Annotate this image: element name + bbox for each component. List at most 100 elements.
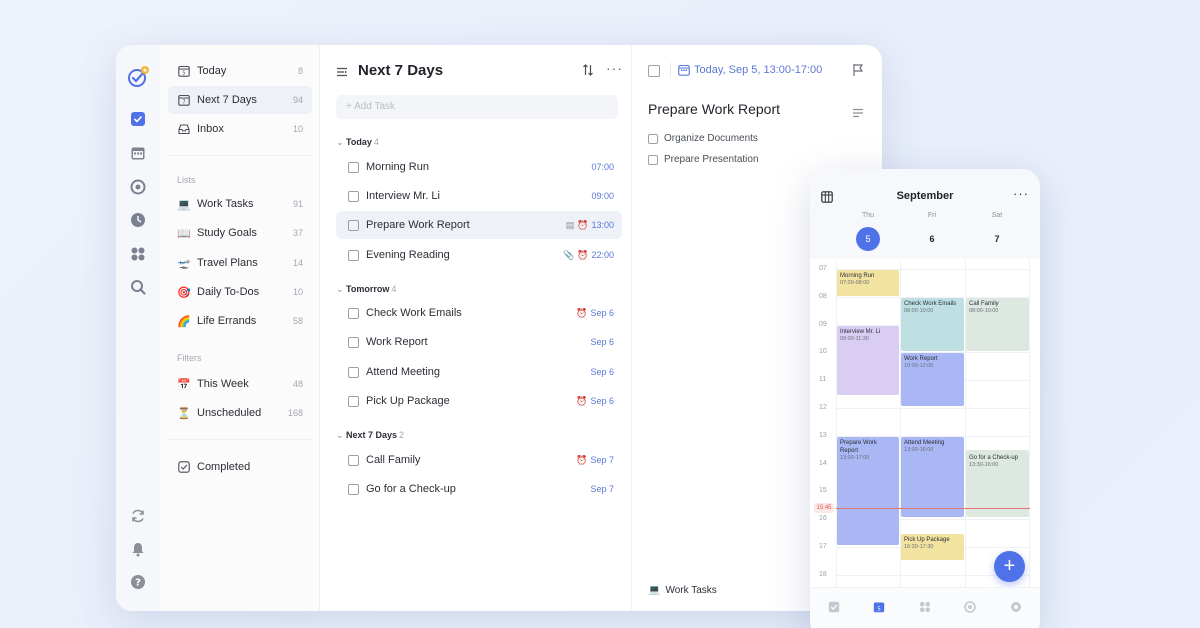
calendar-event[interactable]: Attend Meeting 13:00-16:00 — [901, 437, 964, 517]
hour-line — [836, 408, 1030, 409]
subtask-checkbox[interactable] — [648, 154, 658, 165]
task-date: Sep 6 — [590, 308, 614, 318]
sidebar-item-next-7-days[interactable]: 7 Next 7 Days 94 — [168, 86, 312, 114]
focus-tab-icon[interactable] — [128, 177, 148, 197]
tasks-tab-icon[interactable] — [827, 600, 841, 614]
task-checkbox[interactable] — [348, 483, 359, 495]
task-checkbox[interactable] — [348, 395, 359, 407]
day-number-today[interactable]: 5 — [856, 227, 880, 251]
sidebar-item-today[interactable]: 5 Today 8 — [168, 57, 312, 85]
task-time: 07:00 — [591, 162, 614, 172]
calendar-tab-icon[interactable]: 5 — [872, 600, 886, 614]
calendar-tab-icon[interactable] — [128, 143, 148, 163]
calendar-event[interactable]: Check Work Emails 08:00-10:00 — [901, 298, 964, 351]
calendar-event[interactable]: Interview Mr. Li 09:00-11:30 — [837, 326, 899, 395]
tasks-tab-icon[interactable] — [128, 109, 148, 129]
svg-text:7: 7 — [182, 100, 185, 106]
task-row[interactable]: Morning Run 07:00 — [336, 153, 622, 181]
subtask-checkbox[interactable] — [648, 133, 658, 144]
task-row[interactable]: Evening Reading 📎 ⏰ 22:00 — [336, 241, 622, 269]
task-row-selected[interactable]: Prepare Work Report ▤ ⏰ 13:00 — [336, 211, 622, 239]
task-row[interactable]: Work Report Sep 6 — [336, 328, 622, 356]
search-icon[interactable] — [128, 277, 148, 297]
detail-title[interactable]: Prepare Work Report — [648, 101, 780, 117]
task-row[interactable]: Pick Up Package ⏰ Sep 6 — [336, 387, 622, 415]
task-row[interactable]: Interview Mr. Li 09:00 — [336, 182, 622, 210]
sort-icon[interactable] — [582, 64, 594, 79]
section-name: Tomorrow — [346, 284, 390, 294]
clock-tab-icon[interactable] — [128, 210, 148, 230]
task-checkbox[interactable] — [348, 249, 359, 261]
flag-icon[interactable] — [852, 63, 864, 82]
section-header-today[interactable]: ⌄ Today 4 — [336, 137, 379, 148]
subtask-title: Prepare Presentation — [664, 154, 759, 165]
sidebar-item-daily-todos[interactable]: 🎯 Daily To-Dos 10 — [168, 278, 312, 306]
calendar-event[interactable]: Pick Up Package 16:30-17:30 — [901, 534, 964, 560]
event-title: Check Work Emails — [904, 301, 957, 307]
task-row[interactable]: Attend Meeting Sep 6 — [336, 358, 622, 386]
sidebar-item-count: 37 — [292, 228, 303, 238]
task-checkbox[interactable] — [348, 190, 359, 202]
sidebar-item-inbox[interactable]: Inbox 10 — [168, 115, 312, 143]
event-title: Pick Up Package — [904, 537, 950, 543]
subtask-item[interactable]: Prepare Presentation — [648, 154, 759, 165]
bell-icon[interactable] — [128, 539, 148, 559]
sidebar-item-completed[interactable]: Completed — [168, 453, 312, 481]
more-options-icon[interactable]: ··· — [606, 60, 623, 76]
focus-tab-icon[interactable] — [963, 600, 977, 614]
menu-icon[interactable] — [336, 65, 348, 83]
task-checkbox[interactable] — [348, 336, 359, 348]
task-checkbox[interactable] — [348, 454, 359, 466]
day-number[interactable]: 6 — [920, 227, 944, 251]
description-icon[interactable] — [852, 105, 864, 123]
section-count: 4 — [373, 137, 379, 147]
task-row[interactable]: Call Family ⏰ Sep 7 — [336, 446, 622, 474]
attachment-icon: 📎 — [563, 249, 575, 260]
task-row[interactable]: Go for a Check-up Sep 7 — [336, 475, 622, 503]
sidebar: 5 Today 8 7 Next 7 Days 94 Inbox 10 List… — [160, 45, 320, 611]
task-date: Sep 6 — [590, 396, 614, 406]
calendar-event[interactable]: Morning Run 07:00-08:00 — [837, 270, 899, 296]
sidebar-item-life-errands[interactable]: 🌈 Life Errands 58 — [168, 307, 312, 335]
current-time-line — [836, 508, 1030, 509]
section-name: Next 7 Days — [346, 430, 398, 440]
section-header-tomorrow[interactable]: ⌄ Tomorrow 4 — [336, 284, 396, 295]
calendar-event[interactable]: Work Report 10:00-12:00 — [901, 353, 964, 406]
sync-icon[interactable] — [128, 506, 148, 526]
help-icon[interactable]: ? — [128, 572, 148, 592]
task-title: Evening Reading — [366, 249, 450, 261]
task-checkbox[interactable] — [348, 307, 359, 319]
sidebar-item-travel-plans[interactable]: 🛫 Travel Plans 14 — [168, 249, 312, 277]
add-event-button[interactable]: + — [994, 551, 1025, 582]
event-title: Attend Meeting — [904, 440, 945, 446]
sidebar-item-count: 94 — [292, 95, 303, 105]
day-number[interactable]: 7 — [985, 227, 1009, 251]
settings-tab-icon[interactable] — [1009, 600, 1023, 614]
task-checkbox[interactable] — [348, 161, 359, 173]
task-title: Work Report — [366, 336, 428, 348]
book-emoji-icon: 📖 — [177, 227, 191, 240]
widgets-tab-icon[interactable] — [128, 244, 148, 264]
subtask-item[interactable]: Organize Documents — [648, 133, 758, 144]
calendar-event[interactable]: Prepare Work Report 13:00-17:00 — [837, 437, 899, 545]
sidebar-item-this-week[interactable]: 📅 This Week 48 — [168, 370, 312, 398]
sidebar-item-unscheduled[interactable]: ⏳ Unscheduled 168 — [168, 399, 312, 427]
calendar-event[interactable]: Call Family 08:00-10:00 — [966, 298, 1029, 351]
more-options-icon[interactable]: ··· — [1013, 186, 1029, 201]
task-checkbox[interactable] — [348, 366, 359, 378]
sidebar-item-work-tasks[interactable]: 💻 Work Tasks 91 — [168, 190, 312, 218]
divider — [670, 63, 671, 77]
sidebar-item-study-goals[interactable]: 📖 Study Goals 37 — [168, 219, 312, 247]
section-header-next-7-days[interactable]: ⌄ Next 7 Days 2 — [336, 430, 404, 441]
calendar-event[interactable]: Go for a Check-up 13:30-16:00 — [966, 450, 1029, 517]
add-task-input[interactable]: + Add Task — [336, 95, 618, 119]
reminder-clock-icon: ⏰ — [577, 249, 589, 260]
svg-text:?: ? — [135, 578, 141, 589]
list-selector[interactable]: 💻 Work Tasks — [648, 585, 717, 596]
widgets-tab-icon[interactable] — [918, 600, 932, 614]
due-date-button[interactable]: Today, Sep 5, 13:00-17:00 — [678, 64, 822, 76]
chevron-down-icon: ⌄ — [336, 137, 344, 147]
task-checkbox[interactable] — [348, 219, 359, 231]
task-row[interactable]: Check Work Emails ⏰ Sep 6 — [336, 299, 622, 327]
detail-checkbox[interactable] — [648, 65, 660, 77]
